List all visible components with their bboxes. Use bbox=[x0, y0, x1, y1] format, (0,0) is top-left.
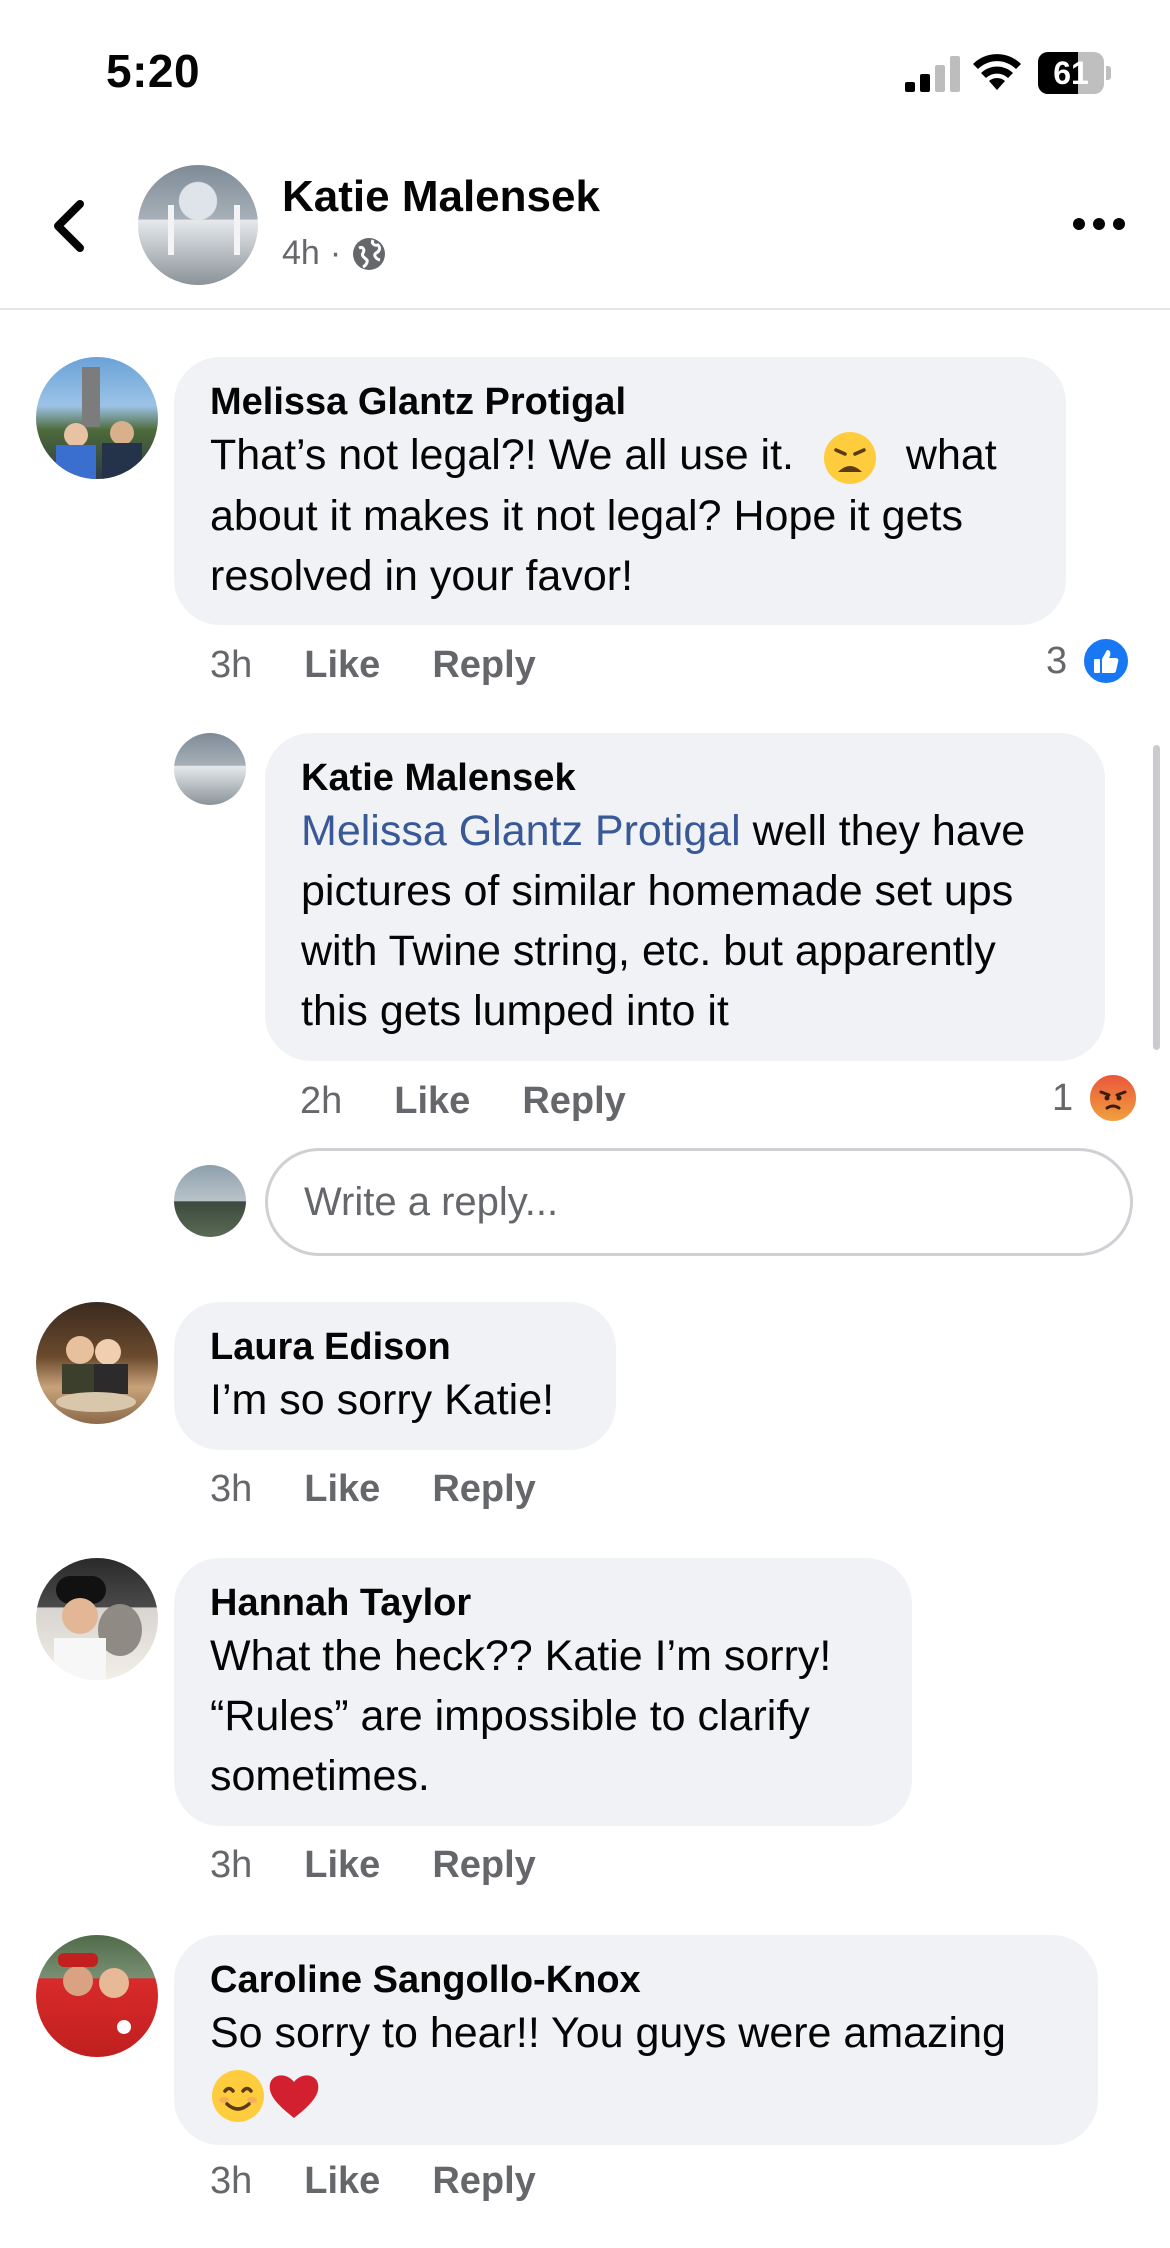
like-button[interactable]: Like bbox=[304, 1468, 380, 1511]
like-button[interactable]: Like bbox=[304, 1844, 380, 1887]
scrollbar[interactable] bbox=[1153, 745, 1160, 1050]
commenter-name[interactable]: Katie Malensek bbox=[301, 755, 1069, 801]
meta-separator: · bbox=[329, 234, 342, 272]
comment-bubble[interactable]: Laura Edison I’m so sorry Katie! bbox=[174, 1302, 616, 1450]
comment-actions: 3h Like Reply bbox=[210, 644, 588, 687]
comment-text: What the heck?? Katie I’m sorry! “Rules”… bbox=[210, 1632, 832, 1800]
red-heart-emoji bbox=[269, 2075, 319, 2118]
mention-link[interactable]: Melissa Glantz Protigal bbox=[301, 807, 741, 855]
reaction-count: 3 bbox=[1046, 639, 1068, 682]
angry-reaction-icon bbox=[1087, 1072, 1140, 1124]
comment-text: Melissa Glantz Protigal well they have p… bbox=[301, 807, 1026, 1035]
wifi-icon bbox=[973, 54, 1021, 90]
comment-time[interactable]: 3h bbox=[210, 2160, 252, 2203]
commenter-avatar[interactable] bbox=[36, 1302, 158, 1424]
comment-time[interactable]: 3h bbox=[210, 1468, 252, 1511]
more-options-icon[interactable] bbox=[1072, 212, 1126, 236]
post-header: Katie Malensek 4h · bbox=[0, 150, 1170, 310]
reply-button[interactable]: Reply bbox=[522, 1080, 625, 1123]
comment-time[interactable]: 3h bbox=[210, 644, 252, 687]
globe-icon bbox=[353, 237, 386, 270]
commenter-avatar[interactable] bbox=[36, 357, 158, 479]
comment-time[interactable]: 2h bbox=[300, 1080, 342, 1123]
like-button[interactable]: Like bbox=[304, 644, 380, 687]
commenter-name[interactable]: Caroline Sangollo-Knox bbox=[210, 1957, 1062, 2003]
thumbs-up-icon bbox=[1081, 636, 1132, 686]
like-button[interactable]: Like bbox=[304, 2160, 380, 2203]
post-time[interactable]: 4h bbox=[282, 234, 320, 273]
reply-button[interactable]: Reply bbox=[432, 644, 535, 687]
comment-text: I’m so sorry Katie! bbox=[210, 1376, 555, 1424]
reaction-summary[interactable]: 1 bbox=[1052, 1072, 1140, 1124]
status-time: 5:20 bbox=[106, 45, 201, 97]
comment-bubble[interactable]: Melissa Glantz Protigal That’s not legal… bbox=[174, 357, 1066, 625]
back-arrow-icon[interactable] bbox=[40, 190, 100, 260]
comment-actions: 3h Like Reply bbox=[210, 1844, 588, 1887]
commenter-avatar[interactable] bbox=[36, 1558, 158, 1680]
comment-actions: 3h Like Reply bbox=[210, 2160, 588, 2203]
reply-button[interactable]: Reply bbox=[432, 1468, 535, 1511]
reply-bubble[interactable]: Katie Malensek Melissa Glantz Protigal w… bbox=[265, 733, 1105, 1061]
comment-time[interactable]: 3h bbox=[210, 1844, 252, 1887]
reply-button[interactable]: Reply bbox=[432, 1844, 535, 1887]
commenter-name[interactable]: Laura Edison bbox=[210, 1324, 580, 1370]
weary-face-emoji bbox=[823, 431, 876, 484]
commenter-name[interactable]: Hannah Taylor bbox=[210, 1580, 876, 1626]
reaction-count: 1 bbox=[1052, 1076, 1074, 1119]
reply-author-avatar[interactable] bbox=[174, 733, 246, 805]
reaction-summary[interactable]: 3 bbox=[1046, 636, 1132, 686]
commenter-name[interactable]: Melissa Glantz Protigal bbox=[210, 379, 1030, 425]
comment-text: So sorry to hear!! You guys were amazing bbox=[210, 2003, 1062, 2124]
like-button[interactable]: Like bbox=[394, 1080, 470, 1123]
battery-percent: 61 bbox=[1053, 55, 1089, 91]
comment-bubble[interactable]: Hannah Taylor What the heck?? Katie I’m … bbox=[174, 1558, 912, 1826]
write-reply-input[interactable]: Write a reply... bbox=[265, 1148, 1133, 1256]
current-user-avatar bbox=[174, 1165, 246, 1237]
comment-bubble[interactable]: Caroline Sangollo-Knox So sorry to hear!… bbox=[174, 1935, 1098, 2145]
comment-text: That’s not legal?! We all use it. what a… bbox=[210, 431, 997, 600]
status-bar: 5:20 61 bbox=[0, 0, 1170, 150]
author-avatar[interactable] bbox=[138, 165, 258, 285]
battery-icon: 61 bbox=[1038, 52, 1111, 94]
post-author-name[interactable]: Katie Malensek bbox=[282, 172, 600, 222]
reply-button[interactable]: Reply bbox=[432, 2160, 535, 2203]
cellular-signal-icon bbox=[905, 56, 960, 92]
reply-actions: 2h Like Reply bbox=[300, 1080, 678, 1123]
post-meta: 4h · bbox=[282, 234, 387, 273]
comment-actions: 3h Like Reply bbox=[210, 1468, 588, 1511]
smiling-face-emoji bbox=[212, 2069, 264, 2122]
commenter-avatar[interactable] bbox=[36, 1935, 158, 2057]
